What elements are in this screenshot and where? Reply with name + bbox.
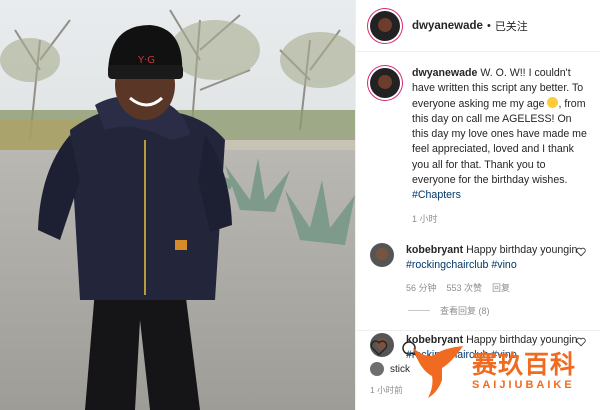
comment-heart-icon[interactable] — [576, 247, 586, 257]
photo-illustration: Y·G — [0, 0, 355, 410]
comment-body: kobebryant Happy birthday youngin #rocki… — [406, 243, 581, 296]
author-avatar[interactable] — [370, 10, 400, 41]
caption-author-username[interactable]: dwyanewade — [412, 67, 477, 79]
comment-timestamp: 56 分钟 — [406, 282, 437, 293]
whale-tail-logo-icon — [413, 346, 463, 398]
caption-text-continued: , from this day on call me AGELESS! On t… — [412, 97, 587, 187]
comment-item: kobebryant Happy birthday youngin #rocki… — [356, 227, 600, 296]
watermark-text: 赛玖百科 SAIJIUBAIKE — [472, 351, 576, 391]
comment-like-count[interactable]: 553 次赞 — [447, 281, 483, 296]
comment-reply-button[interactable]: 回复 — [492, 281, 510, 296]
liker-avatar — [370, 362, 384, 376]
view-replies-label: 查看回复 (8) — [440, 305, 490, 316]
comment-meta: 56 分钟 553 次赞 回复 — [406, 281, 581, 296]
svg-text:Y·G: Y·G — [137, 55, 155, 66]
post-header: dwyanewade • 已关注 — [356, 0, 600, 52]
caption-author-avatar[interactable] — [370, 68, 400, 98]
view-replies-link[interactable]: 查看回复 (8) — [408, 304, 600, 317]
site-watermark: 赛玖百科 SAIJIUBAIKE — [408, 332, 600, 410]
commenter-avatar[interactable] — [370, 242, 394, 267]
caption-body: dwyanewade W. O. W!! I couldn't have wri… — [412, 66, 590, 227]
comment-hashtags[interactable]: #rockingchairclub #vino — [406, 259, 517, 271]
separator-dot: • — [486, 19, 491, 32]
replies-divider — [408, 309, 430, 311]
comment-text: Happy birthday youngin — [466, 243, 578, 256]
grinning-emoji-icon — [547, 96, 559, 108]
post-caption: dwyanewade W. O. W!! I couldn't have wri… — [356, 52, 600, 227]
caption-timestamp: 1 小时 — [412, 213, 438, 224]
post-timestamp: 1 小时前 — [370, 385, 403, 395]
watermark-cn: 赛玖百科 — [472, 351, 577, 379]
author-username[interactable]: dwyanewade — [412, 20, 483, 32]
commenter-username[interactable]: kobebryant — [406, 244, 463, 256]
post-photo[interactable]: Y·G — [0, 0, 355, 410]
likers-row[interactable]: stick — [370, 362, 410, 376]
watermark-en: SAIJIUBAIKE — [472, 379, 575, 391]
likers-text: stick — [390, 363, 410, 375]
follow-status-button[interactable]: 已关注 — [495, 18, 528, 34]
caption-hashtag[interactable]: #Chapters — [412, 189, 461, 201]
like-heart-icon[interactable] — [370, 339, 388, 357]
